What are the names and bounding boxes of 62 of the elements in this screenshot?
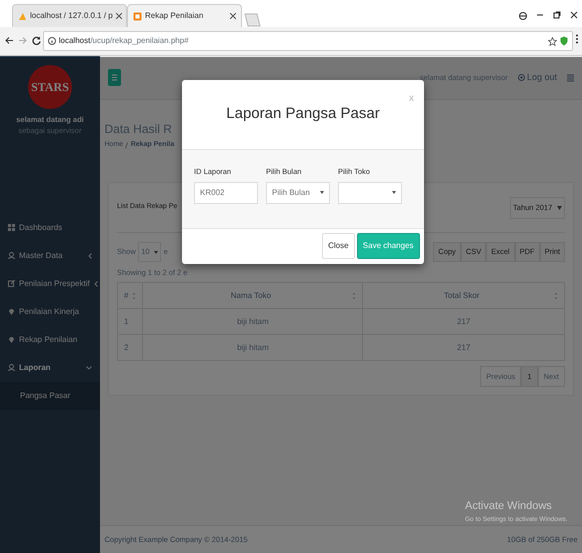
- address-bar[interactable]: localhost/ucup/rekap_penilaian.php#: [42, 31, 573, 51]
- back-icon[interactable]: [4, 36, 14, 45]
- select-field[interactable]: Pilih Bulan: [266, 182, 330, 204]
- page-title: Data Hasil R: [104, 121, 173, 138]
- column-header[interactable]: Total Skor: [362, 282, 564, 309]
- breadcrumb-separator-icon: [125, 142, 128, 149]
- column-header[interactable]: Nama Toko: [142, 282, 363, 309]
- sort-icon: [132, 292, 136, 300]
- url-text: localhost/ucup/rekap_penilaian.php#: [58, 35, 189, 47]
- caret-icon: [392, 191, 396, 194]
- page-icon: [133, 12, 142, 20]
- table-cell: 2: [118, 334, 143, 361]
- reload-icon[interactable]: [32, 36, 40, 45]
- table-cell: biji hitam: [142, 308, 363, 335]
- browser-tab[interactable]: Rekap Penilaian: [127, 4, 242, 27]
- close-button[interactable]: Close: [322, 233, 355, 260]
- save-button[interactable]: Save changes: [356, 233, 420, 260]
- edit-icon: [8, 280, 15, 287]
- browser-tab[interactable]: localhost / 127.0.0.1 / p: [12, 4, 127, 27]
- table-cell: 1: [118, 308, 143, 335]
- modal-title: Laporan Pangsa Pasar: [226, 104, 380, 124]
- close-icon[interactable]: [570, 10, 578, 18]
- logout-link[interactable]: Log out: [518, 70, 557, 84]
- close-icon[interactable]: [230, 13, 236, 19]
- pin-icon: [8, 336, 15, 343]
- table-cell: biji hitam: [142, 334, 363, 361]
- users-icon: [8, 252, 15, 259]
- sidebar-item[interactable]: Laporan: [0, 354, 100, 382]
- sidebar-item[interactable]: Penilaian Kinerja: [0, 298, 100, 326]
- chevron-down-icon: [86, 366, 92, 370]
- restore-icon[interactable]: [552, 10, 560, 18]
- star-icon[interactable]: [548, 36, 557, 46]
- sidebar-item[interactable]: Penilaian Prespektif: [0, 270, 100, 298]
- chevron-left-icon: [88, 252, 92, 258]
- chevron-left-icon: [94, 280, 98, 286]
- pin-icon: [8, 308, 15, 315]
- more-icon[interactable]: [575, 34, 579, 44]
- shield-icon[interactable]: [560, 36, 568, 46]
- close-icon[interactable]: [116, 13, 122, 19]
- submenu-item[interactable]: Pangsa Pasar: [0, 382, 100, 410]
- logo: STARS: [28, 65, 72, 109]
- sort-icon: [352, 292, 356, 300]
- caret-icon: [154, 250, 158, 254]
- activation-title: Activate Windows: [465, 499, 553, 514]
- grid-icon: [8, 224, 15, 231]
- table-cell: 217: [362, 308, 564, 335]
- menu-icon: [112, 74, 117, 81]
- power-icon: [518, 74, 525, 81]
- input-field[interactable]: KR002: [194, 182, 258, 204]
- sidebar-item[interactable]: Dashboards: [0, 214, 100, 242]
- sidebar-item[interactable]: Master Data: [0, 242, 100, 270]
- users-icon: [8, 364, 15, 371]
- table-cell: 217: [362, 334, 564, 361]
- sail-icon: [18, 12, 27, 20]
- caret-icon: [320, 191, 324, 194]
- close-button[interactable]: x: [409, 94, 414, 104]
- sidebar-item[interactable]: Rekap Penilaian: [0, 326, 100, 354]
- caret-icon: [556, 206, 562, 210]
- column-header[interactable]: #: [118, 282, 143, 309]
- info-icon: [48, 37, 56, 45]
- select-field[interactable]: [338, 182, 402, 204]
- list-icon[interactable]: [567, 74, 574, 82]
